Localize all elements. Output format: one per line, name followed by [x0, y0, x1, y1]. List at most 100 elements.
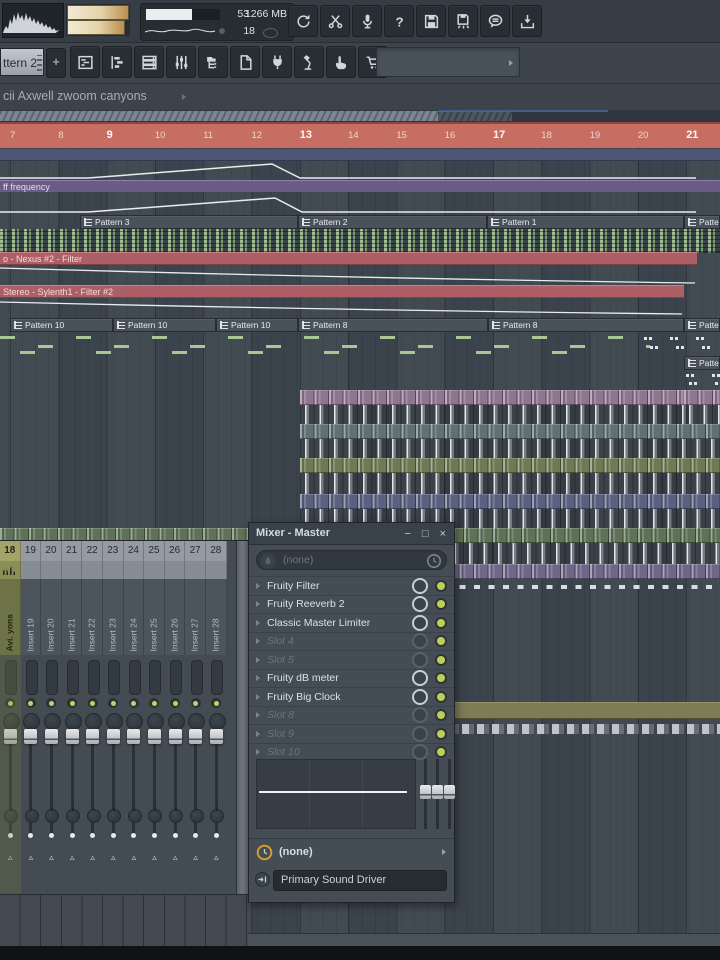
audio-clip-waveform-strip[interactable] [432, 724, 720, 734]
slot-mix-knob[interactable] [412, 577, 428, 594]
plugin-button[interactable] [262, 46, 292, 78]
close-button[interactable]: × [440, 526, 446, 542]
timeline-bar-11[interactable]: 11 [203, 130, 213, 141]
fader-handle[interactable] [189, 729, 203, 744]
playlist-h-scrollbar[interactable] [248, 933, 720, 947]
channel-number[interactable]: 19 [20, 541, 42, 561]
cut-button[interactable] [320, 5, 350, 37]
timeline-bar-12[interactable]: 12 [252, 130, 263, 141]
channel-mute-led[interactable] [0, 698, 21, 710]
slot-enable-led[interactable] [435, 579, 447, 592]
channel-name[interactable]: Insert 24 [123, 579, 145, 655]
chat-button[interactable] [480, 5, 510, 37]
time-cpu-panel[interactable]: 53 1266 MB 18 [140, 3, 294, 41]
save-version-button[interactable] [448, 5, 478, 37]
slot-enable-led[interactable] [435, 616, 447, 629]
timeline-bar-17[interactable]: 17 [493, 129, 505, 141]
timeline-bar-13[interactable]: 13 [300, 129, 312, 141]
channel-stereo-knob[interactable] [82, 807, 103, 825]
browser-button[interactable] [198, 46, 228, 78]
fader-handle[interactable] [65, 729, 79, 744]
channel-icon-cell[interactable] [0, 561, 21, 579]
channel-icon-cell[interactable] [206, 561, 227, 579]
channel-mute-led[interactable] [103, 698, 124, 710]
pattern-selector[interactable]: ttern 2 [0, 48, 44, 76]
channel-route-arrow-icon[interactable]: ▵ [62, 851, 83, 863]
channel-rack-button[interactable] [134, 46, 164, 78]
channel-name[interactable]: Insert 22 [82, 579, 103, 655]
mixer-channel-18[interactable]: 18 Avi. yons ▵ [0, 541, 21, 894]
minimize-button[interactable]: − [404, 526, 410, 542]
channel-stereo-knob[interactable] [185, 807, 206, 825]
channel-stereo-knob[interactable] [206, 807, 227, 825]
channel-number[interactable]: 21 [61, 541, 83, 561]
channel-route-arrow-icon[interactable]: ▵ [0, 851, 21, 863]
playlist-button[interactable] [70, 46, 100, 78]
channel-route-arrow-icon[interactable]: ▵ [185, 851, 206, 863]
fader-handle[interactable] [168, 729, 182, 744]
maximize-button[interactable]: □ [422, 526, 429, 542]
automation-clip-sylenth-filter[interactable]: Stereo - Sylenth1 - Filter #2 [0, 285, 684, 298]
pattern-notes-dots[interactable] [686, 370, 720, 390]
channel-mute-led[interactable] [144, 698, 165, 710]
mixer-button[interactable] [166, 46, 196, 78]
timeline-bar-15[interactable]: 15 [396, 130, 407, 141]
channel-stereo-knob[interactable] [124, 807, 145, 825]
pattern-clip[interactable]: Patte [684, 215, 720, 229]
channel-icon-cell[interactable] [20, 561, 42, 579]
plugin-search-field[interactable]: (none) [256, 550, 447, 570]
channel-number[interactable]: 23 [103, 541, 124, 561]
audio-device-field[interactable]: Primary Sound Driver [273, 870, 447, 891]
pattern-clip[interactable]: Pattern 10 [216, 318, 298, 332]
timeline-bar-21[interactable]: 21 [686, 129, 698, 141]
automation-clip-cutoff[interactable]: ff frequency [0, 180, 720, 192]
channel-number[interactable]: 26 [164, 541, 186, 561]
slot-mix-knob[interactable] [412, 651, 428, 668]
mixer-window-titlebar[interactable]: Mixer - Master − □ × [249, 523, 454, 545]
pattern-notes-dots[interactable] [644, 332, 720, 356]
channel-icon-cell[interactable] [82, 561, 103, 579]
fader-handle[interactable] [24, 729, 38, 744]
mixer-routing-strip[interactable] [0, 894, 248, 949]
mixer-effect-slot[interactable]: Fruity Filter [249, 576, 454, 595]
fader-handle[interactable] [3, 729, 17, 744]
playlist-overview-scrollbar[interactable] [0, 110, 720, 122]
channel-number[interactable]: 27 [185, 541, 206, 561]
mixer-effect-slot[interactable]: Slot 8 [249, 705, 454, 725]
timeline-bar-7[interactable]: 7 [10, 130, 15, 141]
channel-name[interactable]: Insert 20 [41, 579, 62, 655]
automation-curve-3[interactable] [0, 265, 700, 285]
overview-extra-range[interactable] [438, 111, 512, 121]
remote-button[interactable] [294, 46, 324, 78]
channel-stereo-knob[interactable] [62, 807, 83, 825]
channel-number[interactable]: 18 [0, 541, 21, 561]
eq-display[interactable] [256, 759, 416, 829]
eq-band-slider-low[interactable] [420, 759, 431, 829]
channel-number[interactable]: 20 [41, 541, 62, 561]
microphone-button[interactable] [352, 5, 382, 37]
channel-number[interactable]: 28 [206, 541, 227, 561]
mixer-channel-23[interactable]: 23 Insert 23 ▵ [103, 541, 124, 894]
mixer-effect-slot[interactable]: Fruity Big Clock [249, 687, 454, 706]
channel-icon-cell[interactable] [123, 561, 145, 579]
slot-mix-knob[interactable] [412, 596, 428, 613]
channel-stereo-knob[interactable] [165, 807, 186, 825]
audio-clip-lane-pink[interactable] [300, 390, 690, 426]
slot-enable-led[interactable] [435, 672, 447, 685]
pattern-clip[interactable]: Pattern 3 [80, 215, 298, 229]
channel-mute-led[interactable] [165, 698, 186, 710]
help-button[interactable]: ? [384, 5, 414, 37]
mixer-channel-22[interactable]: 22 Insert 22 ▵ [82, 541, 103, 894]
channel-number[interactable]: 24 [123, 541, 145, 561]
channel-icon-cell[interactable] [41, 561, 62, 579]
pattern-notes-sparse[interactable] [0, 332, 650, 356]
oscilloscope-display[interactable] [2, 3, 64, 38]
mixer-channel-26[interactable]: 26 Insert 26 ▵ [164, 541, 186, 894]
slot-enable-led[interactable] [435, 727, 447, 740]
clock-icon[interactable] [426, 553, 442, 569]
fader-handle[interactable] [209, 729, 223, 744]
timeline-bar-19[interactable]: 19 [590, 130, 601, 141]
pattern-clip[interactable]: Patte [684, 318, 720, 332]
fader-handle[interactable] [147, 729, 161, 744]
touch-button[interactable] [326, 46, 356, 78]
